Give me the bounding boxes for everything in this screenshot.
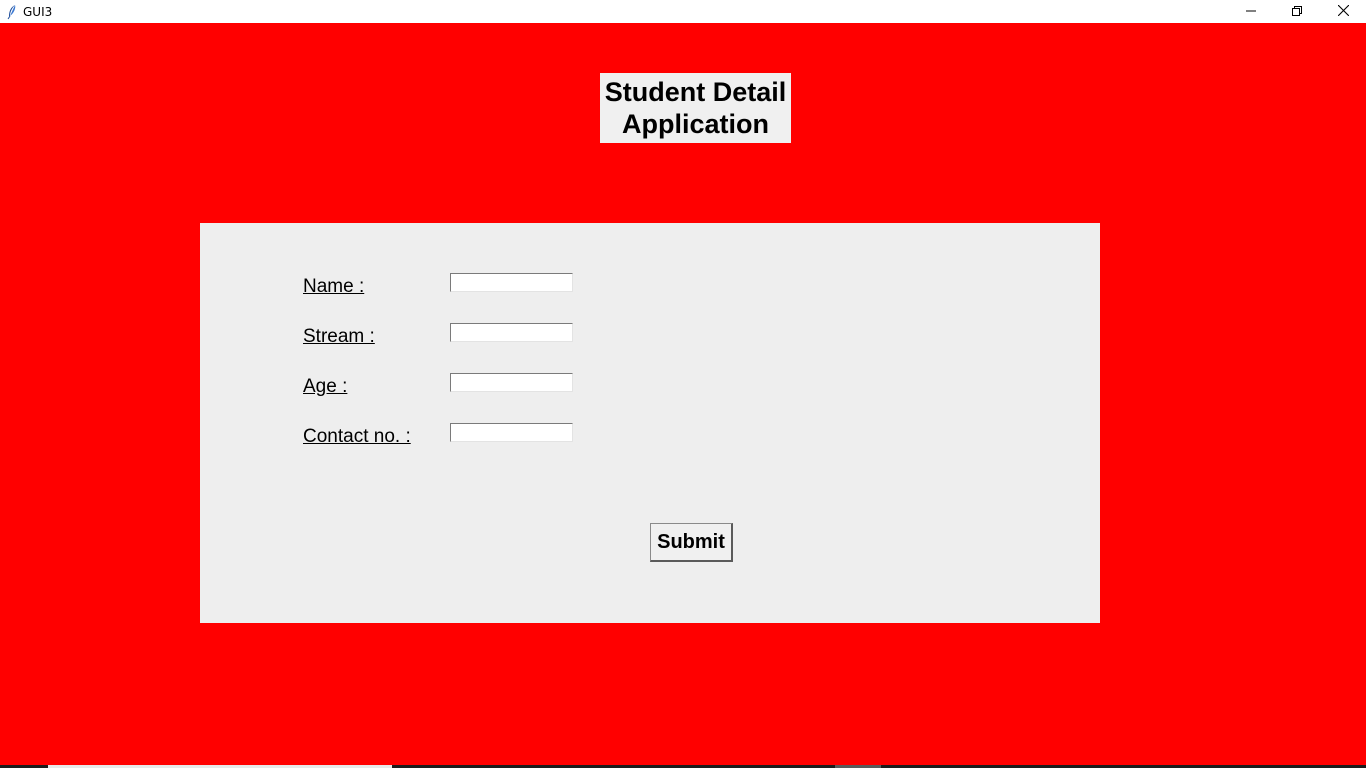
window-controls — [1228, 0, 1366, 23]
close-icon — [1337, 3, 1349, 21]
name-input[interactable] — [450, 273, 573, 292]
submit-button[interactable]: Submit — [650, 523, 733, 562]
window-title: GUI3 — [23, 4, 53, 19]
feather-icon — [5, 4, 19, 20]
minimize-icon — [1246, 3, 1256, 21]
minimize-button[interactable] — [1228, 0, 1274, 23]
title-line-1: Student Detail — [604, 77, 787, 107]
title-line-2: Application — [621, 109, 769, 139]
stream-input[interactable] — [450, 323, 573, 342]
contact-label: Contact no. : — [303, 426, 411, 447]
restore-button[interactable] — [1274, 0, 1320, 23]
age-input[interactable] — [450, 373, 573, 392]
close-button[interactable] — [1320, 0, 1366, 23]
contact-input[interactable] — [450, 423, 573, 442]
name-label: Name : — [303, 276, 365, 297]
app-window: GUI3 Student Detail Application Name: S… — [0, 0, 1366, 768]
stream-label: Stream : — [303, 326, 375, 347]
form-panel: Name : Stream : Age : Contact no. : Subm… — [200, 223, 1100, 623]
page-title: Student Detail Application — [600, 73, 791, 143]
title-bar[interactable]: GUI3 — [0, 0, 1366, 23]
age-label: Age : — [303, 376, 348, 397]
restore-icon — [1292, 3, 1302, 21]
